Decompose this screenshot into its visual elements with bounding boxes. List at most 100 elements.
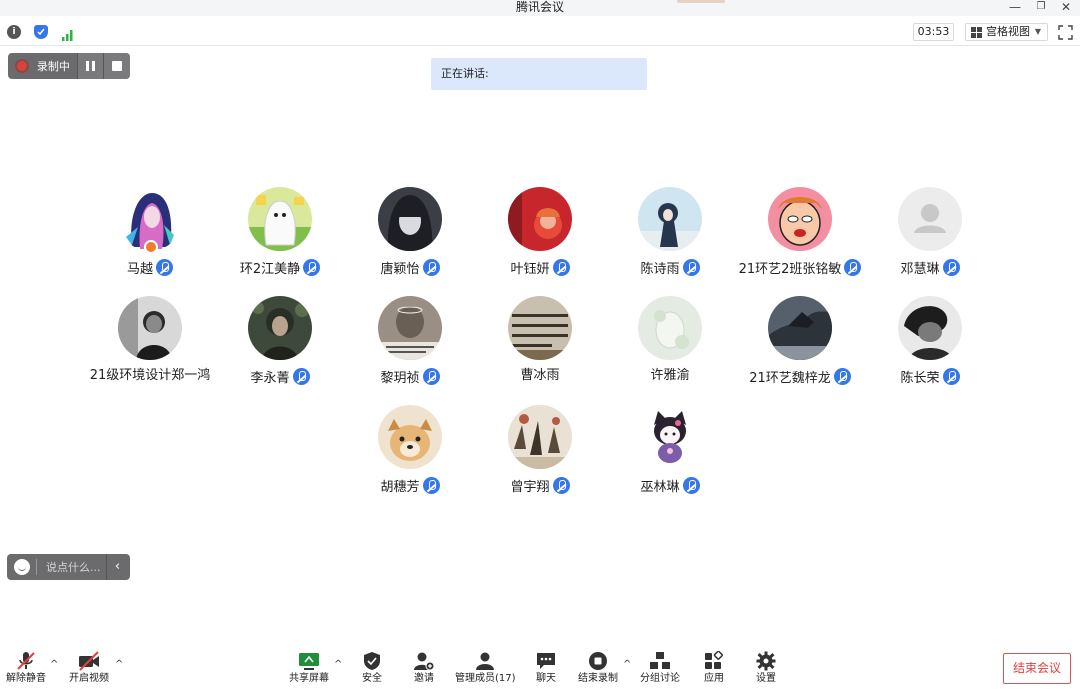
avatar xyxy=(638,405,702,469)
manage-members-button[interactable]: 管理成员(17) xyxy=(455,649,516,689)
avatar xyxy=(118,296,182,360)
participant-name: 邓慧琳 xyxy=(865,259,995,278)
stop-record-icon xyxy=(587,651,609,671)
participant-tile[interactable]: 叶钰妍 xyxy=(475,187,605,287)
status-bar: i 03:53 宫格视图 ▼ xyxy=(0,19,1080,46)
participant-tile[interactable]: 环2江美静 xyxy=(215,187,345,287)
record-options-caret-icon[interactable]: ^ xyxy=(623,659,631,670)
add-user-icon xyxy=(413,651,435,671)
mic-muted-icon xyxy=(422,477,440,494)
info-icon[interactable]: i xyxy=(7,25,21,39)
participant-tile[interactable]: 邓慧琳 xyxy=(865,187,995,287)
end-recording-button[interactable]: 结束录制 xyxy=(576,649,620,689)
participant-name: 21环艺魏梓龙 xyxy=(735,368,865,387)
participant-name-text: 陈长荣 xyxy=(900,371,940,386)
speaking-indicator: 正在讲话: xyxy=(431,58,647,90)
close-button[interactable]: ✕ xyxy=(1056,0,1076,14)
chat-button[interactable]: 聊天 xyxy=(530,649,562,689)
participant-name-text: 曾宇翔 xyxy=(510,480,550,495)
chat-input-bar[interactable]: 说点什么... ‹ xyxy=(7,554,130,580)
participant-tile[interactable]: 曹冰雨 xyxy=(475,296,605,396)
audio-options-caret-icon[interactable]: ^ xyxy=(50,659,58,670)
participant-tile[interactable]: 21环艺2班张铭敏 xyxy=(735,187,865,287)
title-bar: 腾讯会议 — ❐ ✕ xyxy=(0,0,1080,16)
participant-tile[interactable]: 21环艺魏梓龙 xyxy=(735,296,865,396)
chat-placeholder[interactable]: 说点什么... xyxy=(46,559,106,575)
minimize-button[interactable]: — xyxy=(1005,0,1025,14)
participant-name-text: 21环艺魏梓龙 xyxy=(749,371,831,386)
avatar xyxy=(378,296,442,360)
shield-icon[interactable] xyxy=(34,25,48,39)
signal-icon[interactable] xyxy=(61,26,75,41)
apps-label: 应用 xyxy=(704,673,724,684)
shield-icon xyxy=(361,651,383,671)
share-screen-icon xyxy=(298,651,320,671)
video-options-caret-icon[interactable]: ^ xyxy=(115,659,123,670)
meeting-timer: 03:53 xyxy=(913,23,954,41)
participant-name-text: 叶钰妍 xyxy=(510,262,550,277)
recording-label: 录制中 xyxy=(36,60,70,73)
avatar xyxy=(898,187,962,251)
share-screen-button[interactable]: 共享屏幕 xyxy=(287,649,331,689)
participant-name: 胡穗芳 xyxy=(345,477,475,496)
participant-tile[interactable]: 陈长荣 xyxy=(865,296,995,396)
end-recording-label: 结束录制 xyxy=(578,673,618,684)
divider xyxy=(36,559,37,575)
participant-name-text: 唐颖怡 xyxy=(380,262,420,277)
view-mode-button[interactable]: 宫格视图 ▼ xyxy=(965,23,1048,41)
mic-muted-icon xyxy=(552,477,570,494)
mic-muted-icon xyxy=(422,368,440,385)
breakout-rooms-button[interactable]: 分组讨论 xyxy=(638,649,682,689)
unmute-button[interactable]: 解除静音 xyxy=(5,649,47,689)
participant-tile[interactable]: 胡穗芳 xyxy=(345,405,475,505)
fullscreen-icon[interactable] xyxy=(1058,25,1073,40)
stop-recording-button[interactable] xyxy=(104,53,130,79)
participant-tile[interactable]: 马越 xyxy=(85,187,215,287)
mic-muted-icon xyxy=(422,259,440,276)
participant-tile[interactable]: 曾宇翔 xyxy=(475,405,605,505)
participant-name: 曾宇翔 xyxy=(475,477,605,496)
participant-tile[interactable]: 巫林琳 xyxy=(605,405,735,505)
emoji-icon[interactable] xyxy=(14,559,30,575)
participant-tile[interactable]: 许雅渝 xyxy=(605,296,735,396)
avatar xyxy=(508,405,572,469)
start-video-button[interactable]: 开启视频 xyxy=(68,649,110,689)
breakout-rooms-label: 分组讨论 xyxy=(640,673,680,684)
settings-label: 设置 xyxy=(756,673,776,684)
end-meeting-button[interactable]: 结束会议 xyxy=(1003,653,1071,684)
mic-muted-icon xyxy=(292,368,310,385)
participant-tile[interactable]: 21级环境设计郑一鸿 xyxy=(85,296,215,396)
collapse-chat-button[interactable]: ‹ xyxy=(106,554,128,580)
pause-recording-button[interactable] xyxy=(77,53,104,79)
participant-name-text: 21环艺2班张铭敏 xyxy=(738,262,842,277)
share-options-caret-icon[interactable]: ^ xyxy=(334,659,342,670)
participant-name-text: 马越 xyxy=(126,262,153,277)
invite-button[interactable]: 邀请 xyxy=(408,649,440,689)
mic-muted-icon xyxy=(942,259,960,276)
participant-name-text: 许雅渝 xyxy=(650,368,690,383)
unmute-label: 解除静音 xyxy=(6,673,46,684)
apps-button[interactable]: 应用 xyxy=(698,649,730,689)
settings-button[interactable]: 设置 xyxy=(750,649,782,689)
pause-icon xyxy=(85,61,89,71)
start-video-label: 开启视频 xyxy=(69,673,109,684)
participant-tile[interactable]: 唐颖怡 xyxy=(345,187,475,287)
avatar xyxy=(508,296,572,360)
avatar xyxy=(248,187,312,251)
microphone-muted-icon xyxy=(15,651,37,671)
participant-name: 21环艺2班张铭敏 xyxy=(735,259,865,278)
restore-button[interactable]: ❐ xyxy=(1031,0,1051,14)
participant-tile[interactable]: 陈诗雨 xyxy=(605,187,735,287)
participant-name-text: 陈诗雨 xyxy=(640,262,680,277)
security-button[interactable]: 安全 xyxy=(356,649,388,689)
participant-tile[interactable]: 李永菁 xyxy=(215,296,345,396)
mic-muted-icon xyxy=(303,259,321,276)
avatar xyxy=(768,187,832,251)
mic-muted-icon xyxy=(682,259,700,276)
participant-tile[interactable]: 黎玥祯 xyxy=(345,296,475,396)
participant-name: 许雅渝 xyxy=(605,368,735,384)
participant-name: 唐颖怡 xyxy=(345,259,475,278)
security-label: 安全 xyxy=(362,673,382,684)
avatar xyxy=(768,296,832,360)
participant-name: 叶钰妍 xyxy=(475,259,605,278)
